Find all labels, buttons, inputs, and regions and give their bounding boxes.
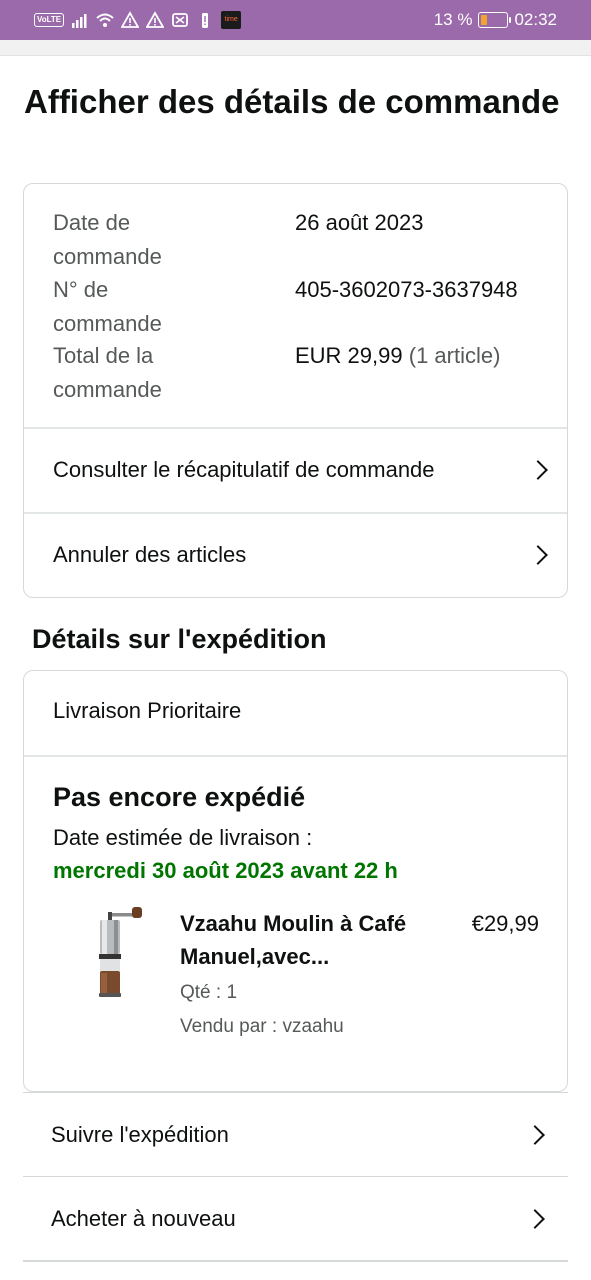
- cancel-items-link[interactable]: Annuler des articles: [24, 513, 567, 597]
- order-date-label: Date de commande: [53, 210, 162, 269]
- warning-icon: [121, 11, 140, 28]
- product-title[interactable]: Vzaahu Moulin à Café Manuel,avec...: [180, 907, 440, 973]
- battery-icon: [478, 12, 512, 28]
- product-seller: Vendu par : vzaahu: [180, 1016, 344, 1037]
- order-total-value: EUR 29,99 (1 article): [295, 339, 567, 373]
- time-app-icon: time: [221, 11, 242, 29]
- track-shipment-label: Suivre l'expédition: [51, 1121, 229, 1147]
- cancel-items-label: Annuler des articles: [53, 542, 247, 567]
- order-total-amount: EUR 29,99: [295, 343, 403, 368]
- shipping-method: Livraison Prioritaire: [53, 698, 242, 723]
- warning-icon: [146, 11, 165, 28]
- top-strip: [0, 40, 591, 56]
- chevron-right-icon: [528, 460, 548, 480]
- track-shipment-button[interactable]: Suivre l'expédition: [23, 1092, 568, 1176]
- buy-again-label: Acheter à nouveau: [51, 1205, 236, 1231]
- wifi-icon: [96, 13, 114, 27]
- order-total-label: Total de la commande: [53, 343, 162, 402]
- notification-icon: [172, 13, 189, 27]
- view-order-summary-link[interactable]: Consulter le récapitulatif de commande: [24, 428, 567, 512]
- order-total-row: Total de la commande EUR 29,99 (1 articl…: [53, 339, 500, 407]
- battery-level: [481, 15, 487, 25]
- shipment-status: Pas encore expédié: [53, 782, 306, 812]
- product-quantity: Qté : 1: [180, 982, 238, 1003]
- order-number-value: 405-3602073-3637948: [295, 277, 518, 302]
- estimated-delivery-label: Date estimée de livraison :: [53, 825, 313, 850]
- volte-icon: VoLTE: [34, 13, 65, 27]
- order-date-value: 26 août 2023: [295, 210, 424, 235]
- chevron-right-icon: [528, 545, 548, 565]
- chevron-right-icon: [525, 1208, 545, 1229]
- product-price: €29,99: [471, 911, 539, 936]
- order-item-count: (1 article): [408, 343, 501, 368]
- order-date-row: Date de commande 26 août 2023: [53, 206, 423, 274]
- signal-icon: [72, 14, 87, 28]
- status-bar: VoLTE time 13 % 02:32: [0, 0, 591, 40]
- status-icons-left: VoLTE time: [34, 10, 242, 30]
- page-title: Afficher des détails de commande: [24, 83, 560, 120]
- estimated-delivery-date: mercredi 30 août 2023 avant 22 h: [53, 858, 398, 883]
- battery-percentage: 13 %: [433, 10, 473, 29]
- divider: [24, 755, 567, 757]
- shipment-section-title: Détails sur l'expédition: [32, 624, 327, 654]
- product-image[interactable]: [70, 907, 150, 1005]
- shipment-card: Livraison Prioritaire Pas encore expédié…: [23, 670, 568, 1092]
- battery-alert-icon: [202, 13, 209, 28]
- view-order-summary-label: Consulter le récapitulatif de commande: [53, 457, 435, 482]
- divider: [23, 1260, 568, 1262]
- order-details-card: Date de commande 26 août 2023 N° de comm…: [23, 183, 568, 598]
- order-number-label: N° de commande: [53, 277, 162, 336]
- clock: 02:32: [514, 10, 557, 29]
- chevron-right-icon: [525, 1124, 545, 1145]
- status-icons-right: 13 % 02:32: [434, 10, 557, 30]
- buy-again-button[interactable]: Acheter à nouveau: [23, 1176, 568, 1260]
- order-number-row: N° de commande 405-3602073-3637948: [53, 273, 518, 341]
